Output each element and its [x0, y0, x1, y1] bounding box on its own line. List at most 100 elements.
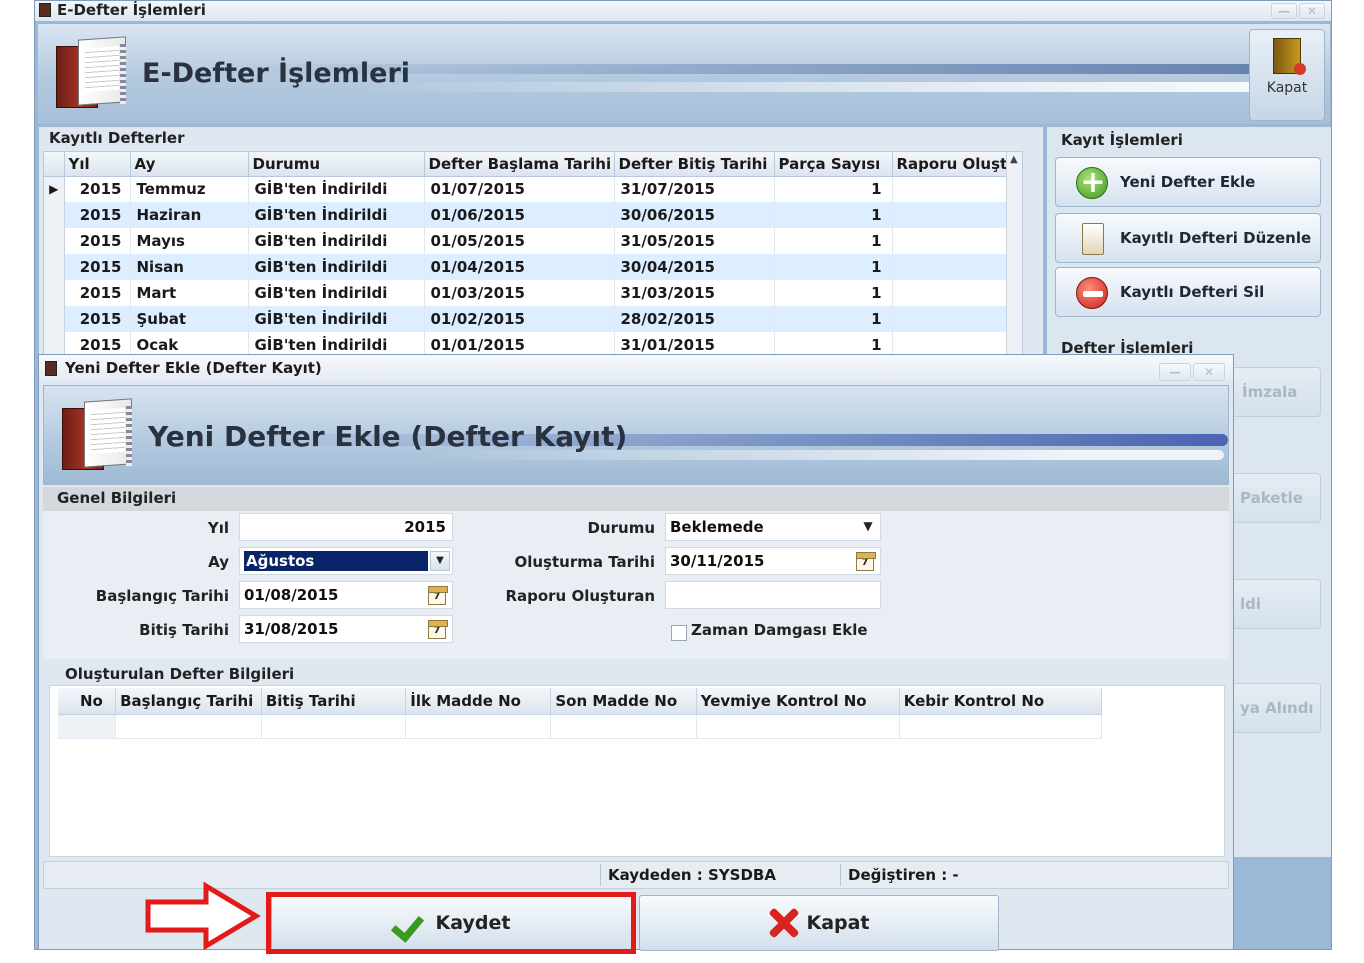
edit-ledger-button[interactable]: Kayıtlı Defteri Düzenle [1055, 213, 1321, 263]
table-cell: 2015 [64, 176, 131, 202]
table-row[interactable]: 2015 Mayıs GİB'ten İndirildi 01/05/2015 31/0… [44, 228, 1022, 254]
chevron-down-icon[interactable]: ▼ [858, 517, 878, 537]
report-creator-input[interactable] [665, 581, 881, 609]
minimize-button[interactable]: — [1271, 3, 1297, 19]
table-cell: 1 [774, 254, 893, 280]
col-ledger-control[interactable]: Kebir Kontrol No [899, 688, 1103, 715]
timestamp-checkbox[interactable] [671, 625, 687, 641]
table-cell: 2015 [64, 202, 131, 228]
table-cell [892, 202, 1022, 228]
table-cell: Nisan [130, 254, 249, 280]
scroll-up-icon[interactable]: ▲ [1010, 154, 1018, 165]
table-row[interactable]: 2015 Şubat GİB'ten İndirildi 01/02/2015 28/0… [44, 306, 1022, 332]
year-input[interactable]: 2015 [239, 513, 453, 541]
calendar-icon[interactable]: 7 [428, 620, 448, 639]
table-row[interactable]: 2015 Ocak GİB'ten İndirildi 01/01/2015 31/01… [44, 332, 1022, 354]
main-banner: E-Defter İşlemleri [37, 23, 1331, 125]
table-cell: GİB'ten İndirildi [248, 228, 425, 254]
end-date-input[interactable]: 31/08/2015 7 [239, 615, 453, 643]
col-first-item[interactable]: İlk Madde No [405, 688, 552, 715]
registered-ledgers-label: Kayıtlı Defterler [49, 129, 185, 147]
table-cell [892, 280, 1022, 306]
dialog-book-icon [45, 361, 57, 376]
status-select[interactable]: Beklemede ▼ [665, 513, 881, 541]
table-row[interactable]: ▶ 2015 Temmuz GİB'ten İndirildi 01/07/2015 31… [44, 176, 1022, 202]
col-baslama[interactable]: Defter Başlama Tarihi [424, 152, 615, 177]
start-date-input[interactable]: 01/08/2015 7 [239, 581, 453, 609]
table-cell: GİB'ten İndirildi [248, 254, 425, 280]
dialog-minimize-button[interactable]: — [1159, 363, 1191, 381]
col-no[interactable]: No [58, 688, 117, 715]
table-cell: 1 [774, 202, 893, 228]
dialog-titlebar: Yeni Defter Ekle (Defter Kayıt) — ✕ [39, 355, 1233, 381]
col-ay[interactable]: Ay [130, 152, 249, 177]
main-titlebar: E-Defter İşlemleri — ✕ [35, 1, 1331, 21]
table-cell: GİB'ten İndirildi [248, 332, 425, 354]
col-parca[interactable]: Parça Sayısı [774, 152, 893, 177]
new-ledger-button[interactable]: Yeni Defter Ekle [1055, 157, 1321, 207]
table-row[interactable]: 2015 Haziran GİB'ten İndirildi 01/06/2015 30… [44, 202, 1022, 228]
row-indicator-header [44, 152, 65, 177]
add-icon [1076, 160, 1109, 206]
table-cell: 1 [774, 332, 893, 354]
table-cell: 2015 [64, 254, 131, 280]
general-info-panel: Genel Bilgileri Yıl 2015 Ay Ağustos ▼ Ba… [43, 487, 1229, 659]
new-ledger-label: Yeni Defter Ekle [1120, 173, 1256, 191]
table-cell: 31/05/2015 [614, 228, 775, 254]
table-cell: 30/06/2015 [614, 202, 775, 228]
close-window-button[interactable]: ✕ [1299, 3, 1325, 19]
chevron-down-icon[interactable]: ▼ [430, 551, 450, 571]
col-last-item[interactable]: Son Madde No [550, 688, 697, 715]
created-ledger-panel: No Başlangıç Tarihi Bitiş Tarihi İlk Mad… [49, 685, 1225, 857]
received-label: ya Alındı [1240, 699, 1314, 717]
table-cell: 01/07/2015 [424, 176, 615, 202]
table-cell: 01/03/2015 [424, 280, 615, 306]
col-rapor[interactable]: Raporu Oluştu [892, 152, 1022, 177]
table-cell: 2015 [64, 228, 131, 254]
save-highlight-box [266, 892, 636, 954]
clipboard-icon [1082, 223, 1104, 255]
delete-ledger-label: Kayıtlı Defteri Sil [1120, 283, 1265, 301]
table-row[interactable]: 2015 Mart GİB'ten İndirildi 01/03/2015 31/03… [44, 280, 1022, 306]
dialog-ledger-icon [54, 398, 134, 474]
table-cell: 28/02/2015 [614, 306, 775, 332]
table-cell: 2015 [64, 306, 131, 332]
timestamp-label: Zaman Damgası Ekle [691, 621, 868, 639]
table-cell: 01/01/2015 [424, 332, 615, 354]
col-yil[interactable]: Yıl [64, 152, 131, 177]
col-start[interactable]: Başlangıç Tarihi [115, 688, 262, 715]
ledger-book-icon [48, 36, 128, 112]
creation-date-input[interactable]: 30/11/2015 7 [665, 547, 881, 575]
calendar-icon[interactable]: 7 [428, 586, 448, 605]
col-end[interactable]: Bitiş Tarihi [261, 688, 407, 715]
saved-by-text: Kaydeden : SYSDBA [608, 866, 776, 884]
row-indicator [44, 254, 65, 280]
created-ledger-grid[interactable]: No Başlangıç Tarihi Bitiş Tarihi İlk Mad… [58, 688, 1103, 742]
month-select[interactable]: Ağustos ▼ [239, 547, 453, 575]
general-info-label: Genel Bilgileri [57, 489, 177, 507]
delete-icon [1076, 277, 1108, 309]
col-durumu[interactable]: Durumu [248, 152, 425, 177]
main-close-button[interactable]: Kapat [1249, 29, 1325, 121]
close-label: Kapat [806, 912, 870, 934]
delete-ledger-button[interactable]: Kayıtlı Defteri Sil [1055, 267, 1321, 317]
col-bitis[interactable]: Defter Bitiş Tarihi [614, 152, 775, 177]
col-journal-control[interactable]: Yevmiye Kontrol No [696, 688, 900, 715]
year-label: Yıl [207, 519, 229, 537]
table-cell: 01/02/2015 [424, 306, 615, 332]
end-date-value: 31/08/2015 [244, 620, 339, 638]
table-row[interactable] [58, 714, 1103, 739]
table-cell: Mart [130, 280, 249, 306]
registered-ledgers-grid[interactable]: Yıl Ay Durumu Defter Başlama Tarihi Deft… [43, 151, 1023, 355]
table-cell: 31/07/2015 [614, 176, 775, 202]
table-row[interactable]: 2015 Nisan GİB'ten İndirildi 01/04/2015 30/0… [44, 254, 1022, 280]
grid-scrollbar[interactable]: ▲ [1006, 152, 1022, 354]
dialog-window-title: Yeni Defter Ekle (Defter Kayıt) [65, 359, 322, 377]
table-cell [892, 306, 1022, 332]
close-button[interactable]: Kapat [639, 895, 999, 951]
row-indicator [44, 228, 65, 254]
calendar-icon[interactable]: 7 [856, 552, 876, 571]
dialog-close-window-button[interactable]: ✕ [1193, 363, 1225, 381]
current-row-icon: ▶ [49, 182, 59, 197]
month-label: Ay [208, 553, 229, 571]
